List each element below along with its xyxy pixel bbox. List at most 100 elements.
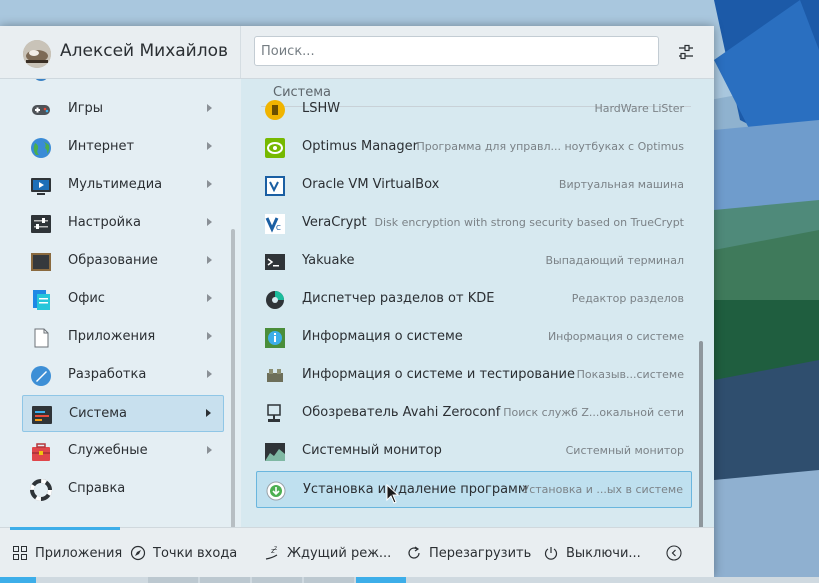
system-icon: [31, 404, 53, 426]
category-education[interactable]: Образование: [22, 243, 224, 280]
category-label: Настройка: [68, 215, 141, 230]
category-label: Игры: [68, 101, 104, 116]
category-help[interactable]: Справка: [22, 471, 224, 508]
info-icon: [264, 327, 286, 349]
category-internet[interactable]: Интернет: [22, 129, 224, 166]
hardinfo-icon: [264, 365, 286, 387]
launcher-header: Алексей Михайлов: [0, 26, 714, 79]
button-label: Выключи...: [566, 545, 641, 561]
category-label: Справка: [68, 481, 126, 496]
partition-icon: [264, 289, 286, 311]
app-item-optimus-manager[interactable]: Optimus Manager Программа для управл... …: [256, 129, 692, 166]
settings-icon: [30, 213, 52, 235]
category-applications[interactable]: Приложения: [22, 319, 224, 356]
launcher-footer: Приложения Точки входа zz Ждущий реж... …: [0, 527, 714, 578]
gamepad-icon: [30, 99, 52, 121]
chevron-right-icon: [207, 218, 212, 226]
grid-icon: [13, 546, 27, 560]
category-settings[interactable]: Настройка: [22, 205, 224, 242]
help-icon: [30, 479, 52, 501]
tab-applications[interactable]: Приложения: [12, 542, 122, 564]
app-item-veracrypt[interactable]: C VeraCrypt Disk encryption with strong …: [256, 205, 692, 242]
category-multimedia[interactable]: Мультимедиа: [22, 167, 224, 204]
taskbar-item[interactable]: [252, 577, 302, 583]
more-options-button[interactable]: [666, 542, 682, 564]
chevron-right-icon: [207, 180, 212, 188]
lshw-icon: [264, 99, 286, 121]
education-icon: [30, 251, 52, 273]
category-label: Офис: [68, 291, 105, 306]
mouse-cursor-icon: [386, 483, 400, 504]
category-development[interactable]: Разработка: [22, 357, 224, 394]
search-field[interactable]: [254, 36, 659, 66]
category-label: Мультимедиа: [68, 177, 163, 192]
category-utilities[interactable]: Служебные: [22, 433, 224, 470]
restart-button[interactable]: Перезагрузить: [406, 542, 531, 564]
app-description: Системный монитор: [565, 444, 684, 457]
svg-text:z: z: [274, 545, 277, 552]
app-item-virtualbox[interactable]: Oracle VM VirtualBox Виртуальная машина: [256, 167, 692, 204]
tab-places[interactable]: Точки входа: [130, 542, 237, 564]
application-scrollbar[interactable]: [699, 341, 703, 527]
user-avatar[interactable]: [23, 40, 51, 68]
chevron-right-icon: [207, 332, 212, 340]
taskbar-item-active[interactable]: [356, 577, 406, 583]
chevron-left-circle-icon: [666, 545, 682, 561]
taskbar-launcher-indicator[interactable]: [0, 577, 36, 583]
app-description: HardWare LiSter: [594, 102, 684, 115]
shutdown-button[interactable]: Выключи...: [543, 542, 641, 564]
install-icon: [265, 480, 287, 502]
veracrypt-icon: C: [264, 213, 286, 235]
taskbar-item[interactable]: [304, 577, 354, 583]
app-item-lshw[interactable]: LSHW HardWare LiSter: [256, 91, 692, 128]
category-label: Образование: [68, 253, 158, 268]
configure-icon[interactable]: [675, 41, 697, 63]
chevron-right-icon: [207, 446, 212, 454]
sleep-button[interactable]: zz Ждущий реж...: [264, 542, 391, 564]
search-input[interactable]: [255, 37, 658, 65]
document-icon: [30, 327, 52, 349]
app-item-avahi-browser[interactable]: Обозреватель Avahi Zeroconf Поиск служб …: [256, 395, 692, 432]
category-games[interactable]: Игры: [22, 91, 224, 128]
app-description: Показыв...системе: [576, 368, 684, 381]
category-system[interactable]: Система: [22, 395, 224, 432]
taskbar-item[interactable]: [200, 577, 250, 583]
app-name: Информация о системе: [302, 329, 463, 344]
app-item-hardinfo[interactable]: Информация о системе и тестирование Пока…: [256, 357, 692, 394]
taskbar-item[interactable]: [148, 577, 198, 583]
nvidia-icon: [264, 137, 286, 159]
power-icon: [544, 547, 558, 560]
partial-category-icon: [30, 79, 52, 83]
user-name: Алексей Михайлов: [60, 41, 229, 61]
category-label: Система: [69, 406, 128, 421]
chevron-right-icon: [207, 256, 212, 264]
application-list: Система LSHW HardWare LiSter Optimus Man…: [241, 79, 714, 527]
multimedia-icon: [30, 175, 52, 197]
active-tab-indicator: [10, 527, 120, 530]
tab-label: Приложения: [35, 545, 123, 561]
app-name: Системный монитор: [302, 443, 442, 458]
globe-icon: [30, 137, 52, 159]
app-item-system-info[interactable]: Информация о системе Информация о систем…: [256, 319, 692, 356]
app-name: Oracle VM VirtualBox: [302, 177, 440, 192]
virtualbox-icon: [264, 175, 286, 197]
app-description: Disk encryption with strong security bas…: [374, 216, 684, 229]
tab-label: Точки входа: [153, 545, 238, 561]
button-label: Перезагрузить: [429, 545, 532, 561]
app-name: Установка и удаление программ: [303, 482, 528, 497]
button-label: Ждущий реж...: [287, 545, 392, 561]
app-name: Optimus Manager: [302, 139, 418, 154]
chevron-right-icon: [207, 142, 212, 150]
app-item-system-monitor[interactable]: Системный монитор Системный монитор: [256, 433, 692, 470]
category-office[interactable]: Офис: [22, 281, 224, 318]
app-description: Информация о системе: [547, 330, 684, 343]
app-item-yakuake[interactable]: Yakuake Выпадающий терминал: [256, 243, 692, 280]
app-description: Программа для управл... ноутбуках с Opti…: [416, 140, 685, 153]
app-name: VeraCrypt: [302, 215, 367, 230]
app-item-partition-manager[interactable]: Диспетчер разделов от KDE Редактор разде…: [256, 281, 692, 318]
header-divider: [240, 26, 241, 78]
application-launcher: Алексей Михайлов Игры: [0, 26, 714, 578]
category-scrollbar[interactable]: [231, 229, 235, 527]
app-item-software-install[interactable]: Установка и удаление программ Установка …: [256, 471, 692, 508]
chevron-right-icon: [207, 104, 212, 112]
